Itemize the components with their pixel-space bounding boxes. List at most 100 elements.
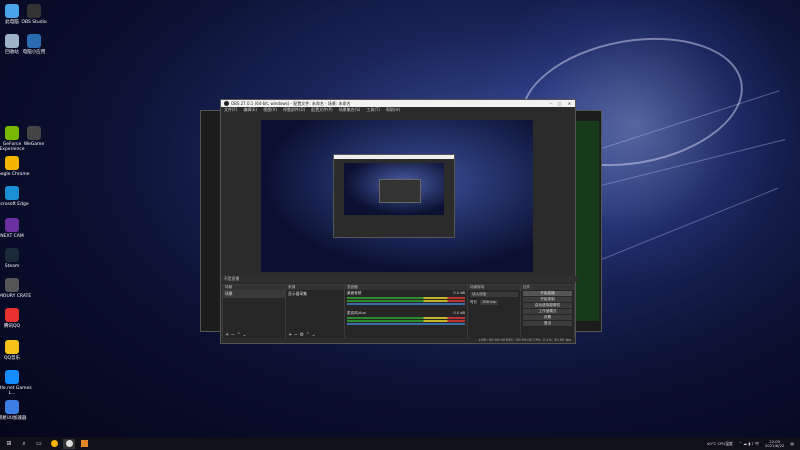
- desktop-icon-label: Microsoft Edge: [0, 202, 29, 207]
- mixer-channel-db: 0.0 dB: [453, 291, 465, 295]
- audio-meter: [347, 297, 465, 299]
- controls-dock-title: 控件: [521, 285, 574, 290]
- menu-tools[interactable]: 工具(T): [366, 107, 380, 113]
- duration-label: 时长: [470, 300, 478, 304]
- duration-input[interactable]: 300 ms: [480, 300, 498, 305]
- desktop-icon[interactable]: Microsoft Edge: [0, 186, 32, 207]
- app-icon: [5, 248, 19, 262]
- controls-dock: 控件 开始直播 开始录制 启动虚拟摄像机 工作室模式 设置 退出: [520, 284, 575, 340]
- clock-date: 2021/6/22: [764, 442, 785, 448]
- task-view-icon[interactable]: ▭: [33, 439, 45, 449]
- maximize-icon[interactable]: ▢: [558, 101, 562, 106]
- menu-edit[interactable]: 编辑(E): [243, 107, 257, 113]
- start-streaming-button[interactable]: 开始直播: [523, 291, 572, 296]
- desktop-icon-label: OBS Studio: [21, 20, 47, 25]
- mixer-channel-db: 0.0 dB: [453, 311, 465, 315]
- exit-button[interactable]: 退出: [523, 321, 572, 326]
- desktop-icon-label: Battle.net Games L...: [0, 386, 32, 396]
- windows-start-icon[interactable]: ⊞: [3, 439, 15, 449]
- audio-meter: [347, 300, 465, 302]
- taskbar: ⊞ ⌕ ▭ 40°C CPU温度 ⌃ ☁ ▮ ♪ 中 22:05 2021/6/…: [0, 437, 800, 450]
- obs-titlebar[interactable]: OBS 27.0.1 (64-bit, windows) - 配置文件: 未命名…: [221, 100, 575, 107]
- transitions-dock-title: 场景转场: [468, 285, 520, 290]
- close-icon[interactable]: ✕: [568, 101, 571, 106]
- desktop-icon-label: 腾讯QQ: [3, 324, 21, 329]
- status-text: LIVE: 00:00:00 REC: 00:00:00 CPU: 2.1%, …: [478, 338, 571, 342]
- desktop-icon-label: 电脑小应用: [22, 50, 46, 55]
- menu-file[interactable]: 文件(F): [224, 107, 237, 113]
- audio-meter: [347, 320, 465, 322]
- desktop-icon[interactable]: Google Chrome: [0, 156, 32, 177]
- mixer-channel: 桌面音频 0.0 dB: [345, 290, 467, 306]
- window-title: OBS 27.0.1 (64-bit, windows) - 配置文件: 未命名…: [231, 100, 351, 106]
- volume-slider[interactable]: [347, 303, 465, 305]
- chrome-taskbar-icon[interactable]: [48, 439, 60, 449]
- desktop-icon-label: Steam: [4, 264, 20, 269]
- app-icon: [5, 308, 19, 322]
- minimize-icon[interactable]: –: [550, 101, 552, 106]
- preview-area[interactable]: [261, 120, 533, 272]
- not-live-label: 不是直播: [224, 276, 240, 281]
- obs-taskbar-icon[interactable]: [63, 438, 75, 449]
- start-recording-button[interactable]: 开始录制: [523, 297, 572, 302]
- app-icon: [5, 400, 19, 414]
- mixer-channel-name: 桌面音频: [347, 291, 362, 295]
- transition-select[interactable]: 淡入淡出: [470, 292, 518, 297]
- desktop-icon-label: Google Chrome: [0, 172, 30, 177]
- menu-bar: 文件(F) 编辑(E) 视图(V) 停靠部件(D) 配置文件(P) 场景集合(S…: [221, 107, 575, 113]
- app-taskbar-icon[interactable]: [78, 439, 90, 449]
- scenes-dock: 场景 场景 + − ⌃ ⌄: [222, 284, 286, 340]
- mixer-channel-name: 麦克风/Aux: [347, 311, 366, 315]
- app-icon: [5, 156, 19, 170]
- menu-profile[interactable]: 配置文件(P): [311, 107, 333, 113]
- system-tray: 40°C CPU温度 ⌃ ☁ ▮ ♪ 中 22:05 2021/6/22 ▤: [707, 439, 800, 448]
- desktop-icon-label: NEXT CAM: [0, 234, 24, 239]
- preview-status: 不是直播: [221, 276, 578, 282]
- mixer-dock: 混音器 桌面音频 0.0 dB 麦克风/Aux 0.0 dB: [344, 284, 468, 340]
- app-icon: [5, 278, 19, 292]
- desktop: { "desktop": { "icons": [ {"label": "此电脑…: [0, 0, 800, 450]
- preview-nested-canvas: [344, 163, 444, 215]
- studio-mode-button[interactable]: 工作室模式: [523, 309, 572, 314]
- desktop-icon-label: ARMOURY CRATE: [0, 294, 32, 299]
- volume-slider[interactable]: [347, 323, 465, 325]
- preview-nested-window: [333, 154, 455, 238]
- obs-app-icon: [224, 101, 229, 106]
- notification-icon[interactable]: ▤: [790, 441, 794, 446]
- desktop-icon[interactable]: Steam: [0, 248, 32, 269]
- tray-icons[interactable]: ⌃ ☁ ▮ ♪ 中: [739, 441, 759, 447]
- desktop-icon[interactable]: QQ音乐: [0, 340, 32, 361]
- desktop-icon[interactable]: 电脑小应用: [14, 34, 54, 55]
- desktop-icon[interactable]: NEXT CAM: [0, 218, 32, 239]
- audio-meter: [347, 317, 465, 319]
- app-icon: [5, 218, 19, 232]
- app-icon: [27, 34, 41, 48]
- desktop-icon[interactable]: OBS Studio: [14, 4, 54, 25]
- scene-item[interactable]: 场景: [223, 290, 285, 298]
- start-virtual-camera-button[interactable]: 启动虚拟摄像机: [523, 303, 572, 308]
- menu-docks[interactable]: 停靠部件(D): [283, 107, 305, 113]
- menu-help[interactable]: 帮助(H): [386, 107, 400, 113]
- app-icon: [27, 4, 41, 18]
- app-icon: [5, 370, 19, 384]
- app-icon: [5, 340, 19, 354]
- mixer-channel: 麦克风/Aux 0.0 dB: [345, 310, 467, 326]
- sources-dock: 来源 显示器采集 + − ⚙ ⌃ ⌄: [285, 284, 345, 340]
- desktop-icon-label: WeGame: [23, 142, 45, 147]
- status-bar: LIVE: 00:00:00 REC: 00:00:00 CPU: 2.1%, …: [221, 338, 575, 343]
- desktop-icon[interactable]: 网易UU加速器: [0, 400, 32, 421]
- desktop-icon[interactable]: ARMOURY CRATE: [0, 278, 32, 299]
- app-icon: [5, 186, 19, 200]
- clock[interactable]: 22:05 2021/6/22: [764, 439, 785, 448]
- obs-window[interactable]: OBS 27.0.1 (64-bit, windows) - 配置文件: 未命名…: [220, 99, 578, 344]
- settings-button[interactable]: 设置: [523, 315, 572, 320]
- desktop-icon[interactable]: 腾讯QQ: [0, 308, 32, 329]
- desktop-icon[interactable]: Battle.net Games L...: [0, 370, 32, 396]
- menu-view[interactable]: 视图(V): [263, 107, 277, 113]
- menu-scene-collection[interactable]: 场景集合(S): [339, 107, 361, 113]
- transitions-dock: 场景转场 淡入淡出 时长 300 ms: [467, 284, 521, 340]
- desktop-icon[interactable]: WeGame: [14, 126, 54, 147]
- source-item[interactable]: 显示器采集: [286, 290, 344, 298]
- search-icon[interactable]: ⌕: [18, 439, 30, 449]
- desktop-icon-label: QQ音乐: [3, 356, 21, 361]
